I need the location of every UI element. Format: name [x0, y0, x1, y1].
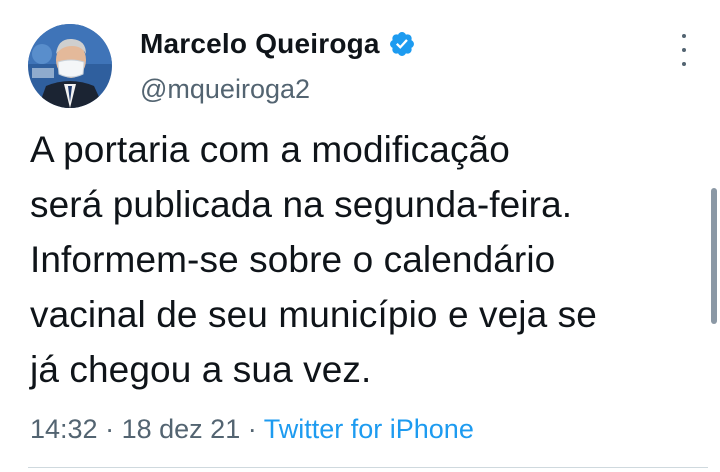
more-dot	[682, 34, 686, 38]
author-name[interactable]: Marcelo Queiroga	[140, 28, 416, 60]
divider	[28, 467, 708, 468]
tweet-text-line: Informem-se sobre o calendário	[30, 239, 556, 280]
tweet-text-line: será publicada na segunda-feira.	[30, 184, 573, 225]
verified-badge-icon	[389, 32, 414, 56]
tweet-text-line: vacinal de seu município e veja se	[30, 294, 597, 335]
author-name-text[interactable]: Marcelo Queiroga	[140, 28, 380, 60]
tweet-time[interactable]: 14:32	[30, 414, 98, 444]
avatar[interactable]	[28, 24, 112, 108]
tweet-text-line: A portaria com a modificação	[30, 129, 510, 170]
scrollbar[interactable]	[711, 188, 717, 324]
tweet-date[interactable]: 18 dez 21	[122, 414, 241, 444]
tweet-text-line: já chegou a sua vez.	[30, 349, 372, 390]
tweet-source-link[interactable]: Twitter for iPhone	[264, 414, 474, 444]
tweet-text: A portaria com a modificação será public…	[30, 122, 710, 397]
meta-separator: ·	[247, 414, 257, 444]
author-handle[interactable]: @mqueiroga2	[140, 74, 310, 105]
more-options-icon[interactable]	[672, 34, 696, 66]
more-dot	[682, 62, 686, 66]
more-dot	[682, 48, 686, 52]
meta-separator: ·	[105, 414, 115, 444]
tweet-meta: 14:32 · 18 dez 21 · Twitter for iPhone	[30, 414, 474, 445]
profile-photo	[28, 24, 112, 108]
